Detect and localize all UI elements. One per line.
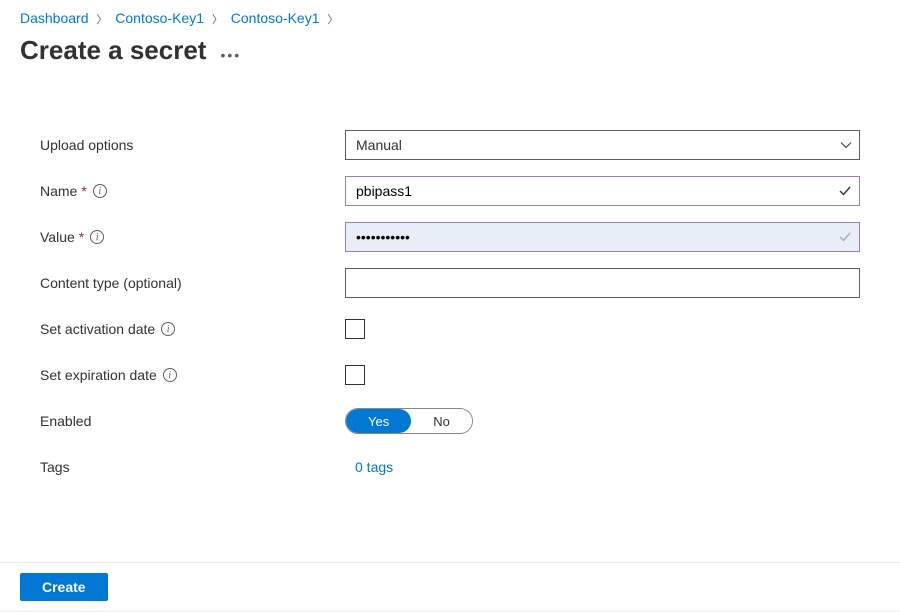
enabled-toggle[interactable]: Yes No bbox=[345, 408, 473, 434]
chevron-right-icon: 〉 bbox=[327, 14, 338, 26]
info-icon[interactable]: i bbox=[90, 230, 104, 244]
info-icon[interactable]: i bbox=[163, 368, 177, 382]
create-button[interactable]: Create bbox=[20, 573, 108, 601]
tags-label: Tags bbox=[40, 459, 345, 475]
upload-options-value: Manual bbox=[356, 137, 402, 153]
name-label: Name bbox=[40, 183, 77, 199]
footer: Create bbox=[0, 562, 900, 612]
breadcrumb-dashboard[interactable]: Dashboard bbox=[20, 10, 89, 26]
upload-options-label: Upload options bbox=[40, 137, 345, 153]
upload-options-select[interactable]: Manual bbox=[345, 130, 860, 160]
value-input[interactable] bbox=[345, 222, 860, 252]
info-icon[interactable]: i bbox=[161, 322, 175, 336]
content-type-label: Content type (optional) bbox=[40, 275, 345, 291]
name-input[interactable] bbox=[345, 176, 860, 206]
info-icon[interactable]: i bbox=[93, 184, 107, 198]
enabled-yes[interactable]: Yes bbox=[346, 409, 411, 433]
tags-link[interactable]: 0 tags bbox=[345, 459, 393, 475]
enabled-label: Enabled bbox=[40, 413, 345, 429]
required-asterisk: * bbox=[81, 183, 86, 199]
breadcrumb: Dashboard 〉 Contoso-Key1 〉 Contoso-Key1 … bbox=[0, 0, 900, 31]
chevron-right-icon: 〉 bbox=[96, 14, 107, 26]
enabled-no[interactable]: No bbox=[411, 409, 472, 433]
chevron-right-icon: 〉 bbox=[212, 14, 223, 26]
expiration-date-checkbox[interactable] bbox=[345, 365, 365, 385]
activation-date-checkbox[interactable] bbox=[345, 319, 365, 339]
more-actions-icon[interactable]: ••• bbox=[220, 39, 241, 63]
required-asterisk: * bbox=[79, 229, 84, 245]
expiration-date-label: Set expiration date bbox=[40, 367, 157, 383]
activation-date-label: Set activation date bbox=[40, 321, 155, 337]
value-label: Value bbox=[40, 229, 75, 245]
page-title: Create a secret bbox=[20, 35, 206, 66]
breadcrumb-contoso-key1-b[interactable]: Contoso-Key1 bbox=[231, 10, 320, 26]
form: Upload options Manual Name * i Value * i bbox=[0, 74, 900, 518]
content-type-input[interactable] bbox=[345, 268, 860, 298]
breadcrumb-contoso-key1-a[interactable]: Contoso-Key1 bbox=[115, 10, 204, 26]
